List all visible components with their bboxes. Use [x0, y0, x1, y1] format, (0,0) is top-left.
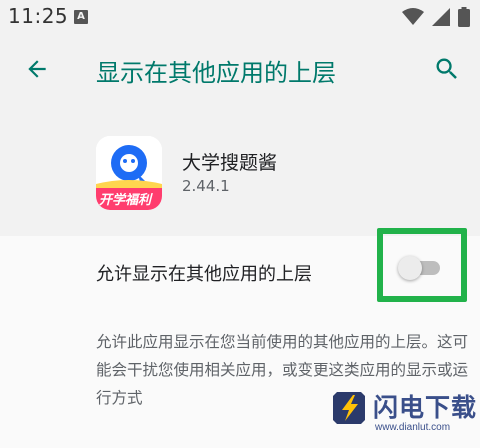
watermark-url: www.dianlut.com: [375, 422, 451, 433]
status-icons: [402, 6, 470, 28]
wifi-icon: [402, 8, 424, 25]
battery-icon: [458, 7, 470, 27]
status-time: 11:25: [8, 4, 69, 28]
page-title: 显示在其他应用的上层: [96, 59, 336, 87]
search-button[interactable]: [428, 50, 466, 88]
back-button[interactable]: [18, 50, 56, 88]
notification-icon: A: [74, 10, 88, 24]
watermark: 闪电下载 www.dianlut.com: [333, 382, 476, 440]
arrow-back-icon: [28, 60, 46, 78]
search-icon: [436, 58, 457, 79]
watermark-text: 闪电下载: [373, 393, 478, 422]
lightning-logo-icon: [333, 392, 365, 424]
permission-toggle[interactable]: [398, 254, 444, 282]
signal-icon: [432, 8, 450, 26]
status-bar: 11:25 A: [0, 0, 480, 34]
toggle-thumb: [398, 256, 422, 280]
app-icon: 开学福利: [96, 136, 162, 210]
app-name: 大学搜题酱: [182, 152, 278, 174]
app-header: 开学福利 大学搜题酱 2.44.1: [0, 104, 480, 236]
permission-row[interactable]: 允许显示在其他应用的上层: [0, 228, 480, 308]
app-version: 2.44.1: [182, 177, 230, 195]
app-icon-badge: 开学福利: [99, 193, 152, 208]
app-bar: 显示在其他应用的上层: [0, 34, 480, 104]
permission-label: 允许显示在其他应用的上层: [96, 264, 312, 285]
